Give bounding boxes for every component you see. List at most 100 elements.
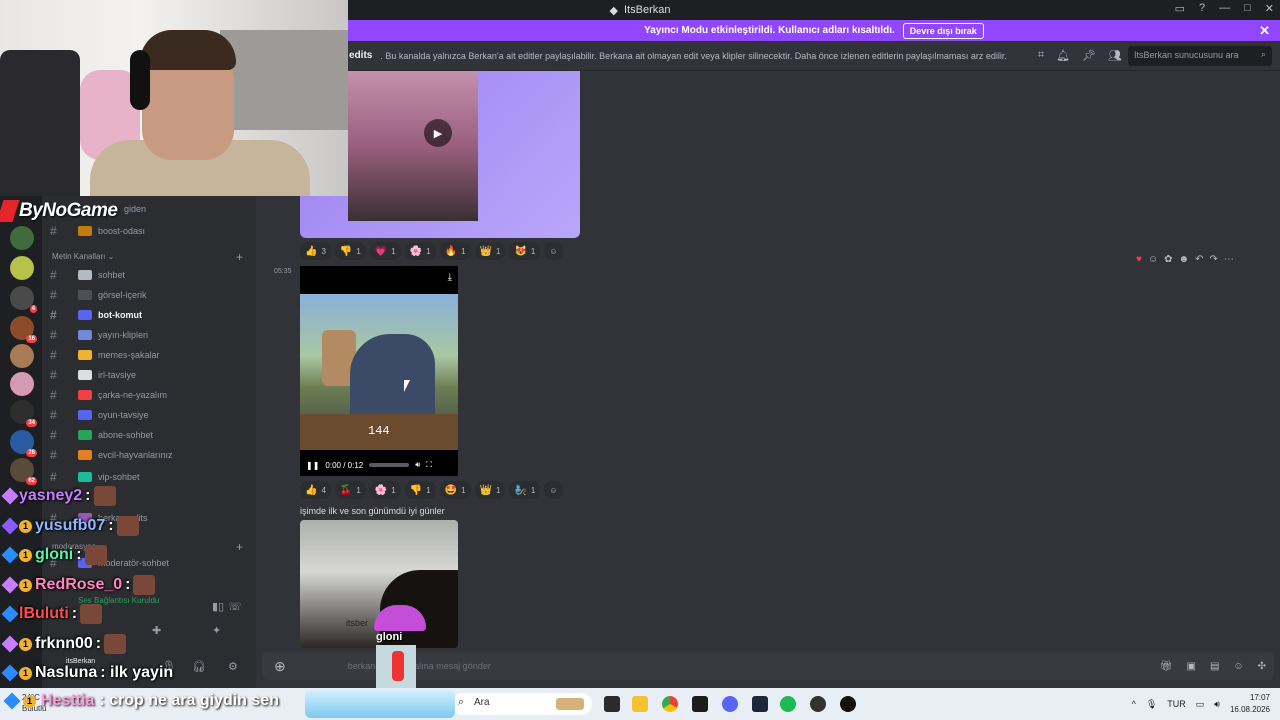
reaction-pill[interactable]: 🤩 1 [439,481,471,499]
obs-icon[interactable] [810,696,826,712]
channel-item[interactable]: # evcil-hayvanlarınız [50,446,250,464]
language-indicator[interactable]: TUR [1167,699,1186,709]
editor-icon[interactable] [692,696,708,712]
download-icon[interactable]: ⤓ [448,272,452,283]
headphones-icon[interactable]: 🎧︎ [192,660,206,673]
forward-icon[interactable]: ↷ [1209,254,1217,265]
channel-item[interactable]: # bot-komut [50,306,250,324]
sticker-icon[interactable]: ▤ [1210,661,1219,672]
gif-icon[interactable]: ▣ [1186,661,1195,672]
search-input[interactable]: ItsBerkan sunucusunu ara ⌕ [1128,45,1272,66]
reaction-pill[interactable]: 💗 1 [369,242,401,260]
gift-icon[interactable]: 🎁︎ [1160,661,1173,672]
channel-item[interactable]: # oyun-tavsiye [50,406,250,424]
close-button[interactable]: ✕ [1265,2,1274,15]
voice-signal-icon[interactable]: ▮▯ [212,600,224,613]
laugh-reaction-icon[interactable]: ☺ [1148,254,1158,265]
channel-item[interactable]: # vip-sohbet [50,468,250,486]
channel-item[interactable]: # yayın-klipleri [50,326,250,344]
bell-icon[interactable]: 🔔︎ [1056,49,1070,62]
mic-icon[interactable]: 🎙︎ [1146,699,1157,710]
add-reaction-button[interactable]: ☺ [544,242,563,260]
reaction-pill[interactable]: 👑 1 [474,481,506,499]
channel-item[interactable]: # memes-şakalar [50,346,250,364]
reaction-pill[interactable]: 🌸 1 [369,481,401,499]
disable-streamer-mode-button[interactable]: Devre dışı bırak [902,22,984,39]
server-icon[interactable]: 28 [10,430,37,457]
reaction-pill[interactable]: 🌸 1 [404,242,436,260]
pin-icon[interactable]: 📌︎ [1082,49,1096,62]
reaction-pill[interactable]: 👎 1 [334,242,366,260]
reaction-pill[interactable]: 🔥 1 [439,242,471,260]
activities-icon[interactable]: ✚ [152,624,161,637]
channel-item[interactable]: # abone-sohbet [50,426,250,444]
server-icon[interactable] [10,344,34,368]
channel-item[interactable]: # sohbet [50,266,250,284]
maximize-button[interactable]: □ [1244,2,1251,15]
clock-time: 17:07 [1249,693,1270,702]
server-icon[interactable] [10,372,34,396]
disconnect-icon[interactable]: ☏ [228,600,242,613]
reaction-pill[interactable]: 🍒 1 [334,481,366,499]
taskbar-search[interactable]: ⌕ Ara [452,693,592,715]
chevron-up-icon[interactable]: ^ [1132,699,1136,709]
help-icon[interactable]: ? [1199,2,1205,15]
minimize-button[interactable]: — [1219,2,1230,15]
volume-icon[interactable]: 🔊︎ [1214,699,1220,710]
reaction-pill[interactable]: 👍 4 [300,481,331,499]
close-icon[interactable]: ✕ [1259,23,1270,39]
inbox-icon[interactable]: ▭ [1175,2,1185,15]
server-icon[interactable]: 16 [10,316,37,343]
add-channel-icon[interactable]: + [236,540,243,554]
app-icon[interactable] [840,696,856,712]
channel-item[interactable]: # boost-odası [50,222,250,240]
settings-icon[interactable]: ⚙ [228,660,238,673]
add-attachment-icon[interactable]: ⊕ [274,658,286,675]
emoji-icon[interactable]: ☺ [1233,661,1243,672]
add-reaction-icon[interactable]: ☻ [1179,254,1190,265]
add-channel-icon[interactable]: + [236,250,243,264]
badge-one-icon: 1 [23,694,36,708]
channel-item[interactable]: # irl-tavsiye [50,366,250,384]
threads-icon[interactable]: ⌗ [1038,49,1044,62]
volume-icon[interactable]: 🔊︎ [415,460,420,470]
file-explorer-icon[interactable] [632,696,648,712]
reaction-pill[interactable]: 👍 3 [300,242,331,260]
reaction-pill[interactable]: 🧞 1 [509,481,541,499]
add-reaction-button[interactable]: ☺ [544,481,563,499]
pause-icon[interactable]: ❚❚ [306,461,319,470]
reaction-pill[interactable]: 👑 1 [474,242,506,260]
reaction-pill[interactable]: 👎 1 [404,481,436,499]
apps-icon[interactable]: ✣ [1258,661,1266,672]
task-view-icon[interactable] [604,696,620,712]
members-icon[interactable]: 👥︎ [1108,49,1122,62]
clock[interactable]: 17:07 16.08.2026 [1230,692,1270,716]
steam-icon[interactable] [752,696,768,712]
channel-item[interactable]: # çarka-ne-yazalım [50,386,250,404]
server-icon[interactable]: 4 [10,286,37,313]
fullscreen-icon[interactable]: ⛶ [426,460,432,470]
reaction-count: 1 [461,246,466,256]
gaming-chair-shape [0,50,80,196]
server-icon[interactable] [10,256,34,280]
chat-message: : [71,605,78,622]
reply-icon[interactable]: ↶ [1195,254,1203,265]
discord-icon[interactable] [722,696,738,712]
chrome-icon[interactable] [662,696,678,712]
heart-reaction-icon[interactable]: ♥ [1136,254,1142,265]
sticker-reaction-icon[interactable]: ✿ [1164,254,1172,265]
video-progress-bar[interactable] [369,463,410,467]
channel-item[interactable]: # görsel-içerik [50,286,250,304]
server-icon[interactable]: 34 [10,400,37,427]
server-icon[interactable]: 62 [10,458,37,485]
soundboard-icon[interactable]: ✦ [212,624,221,637]
more-icon[interactable]: ⋯ [1224,254,1234,265]
video-player[interactable]: ⤓ 144 ❚❚ 0:00 / 0:12 🔊︎ ⛶ [300,266,458,476]
category-header[interactable]: Metin Kanalları ⌄ [52,252,114,261]
reaction-pill[interactable]: 😻 1 [509,242,541,260]
server-icon[interactable] [10,226,34,250]
hash-icon: # [50,448,57,462]
network-icon[interactable]: ▭ [1196,699,1205,710]
spotify-icon[interactable] [780,696,796,712]
play-icon[interactable]: ▶ [424,119,452,147]
